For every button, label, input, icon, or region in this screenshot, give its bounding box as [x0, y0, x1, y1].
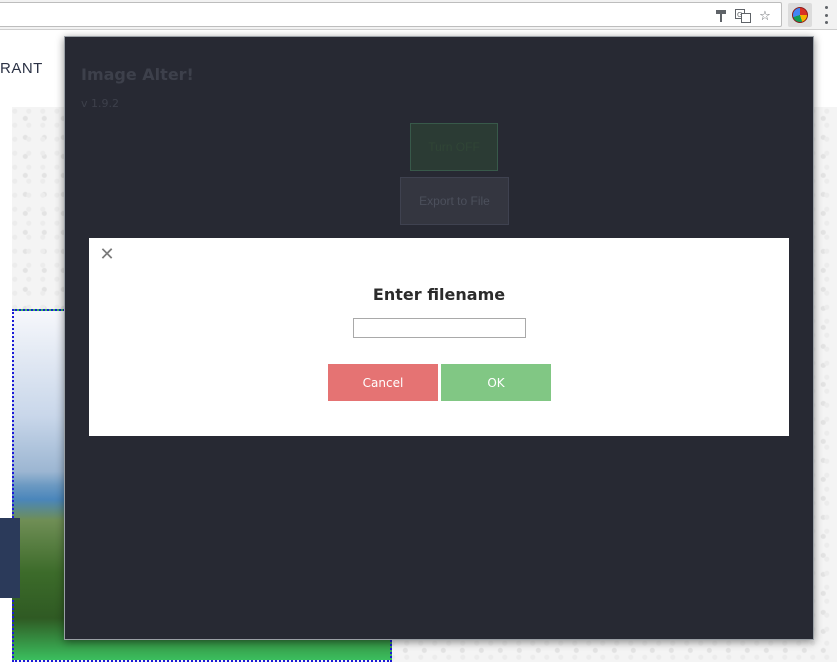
export-to-file-button[interactable]: Export to File	[400, 177, 509, 225]
bookmark-star-icon[interactable]: ☆	[757, 8, 773, 24]
svg-text:G: G	[737, 11, 742, 19]
filename-dialog: ✕ Enter filename Cancel OK	[89, 238, 789, 436]
paint-roller-icon[interactable]	[713, 8, 729, 24]
dialog-title: Enter filename	[372, 285, 506, 304]
kebab-menu-icon[interactable]	[823, 6, 829, 24]
popup-version: v 1.9.2	[81, 97, 119, 110]
cancel-button[interactable]: Cancel	[328, 364, 438, 401]
browser-toolbar: G ☆	[0, 0, 837, 30]
turn-off-button[interactable]: Turn OFF	[410, 123, 498, 171]
image-alter-extension-button[interactable]	[788, 3, 812, 27]
image-alter-extension-icon	[792, 7, 808, 23]
popup-title: Image Alter!	[81, 65, 194, 84]
ok-button[interactable]: OK	[441, 364, 551, 401]
site-nav-link[interactable]: RANT	[0, 60, 43, 77]
translate-icon[interactable]: G	[735, 8, 751, 24]
address-bar[interactable]: G ☆	[0, 2, 782, 27]
side-tab[interactable]	[0, 518, 20, 598]
close-icon[interactable]: ✕	[98, 246, 116, 264]
filename-input[interactable]	[353, 318, 526, 338]
